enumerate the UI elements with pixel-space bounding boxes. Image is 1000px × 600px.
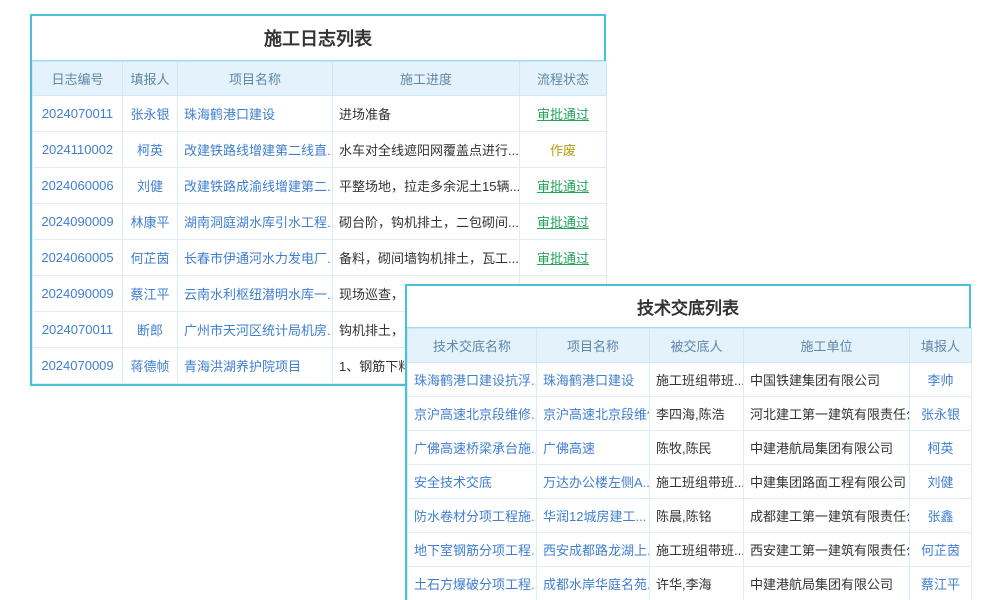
reporter-link[interactable]: 李帅 <box>910 363 972 397</box>
reporter-link[interactable]: 柯英 <box>123 132 178 168</box>
reporter-link[interactable]: 断郎 <box>123 312 178 348</box>
column-header: 项目名称 <box>178 62 333 96</box>
disclosure-name-link[interactable]: 安全技术交底 <box>408 465 537 499</box>
column-header: 项目名称 <box>537 329 650 363</box>
project-link[interactable]: 改建铁路线增建第二线直... <box>178 132 333 168</box>
project-link[interactable]: 改建铁路成渝线增建第二... <box>178 168 333 204</box>
tech-disclosure-title: 技术交底列表 <box>407 286 969 328</box>
progress-text: 水车对全线遮阳网覆盖点进行... <box>333 132 520 168</box>
tech-disclosure-table: 技术交底名称项目名称被交底人施工单位填报人 珠海鹤港口建设抗浮...珠海鹤港口建… <box>407 328 972 600</box>
log-number-link[interactable]: 2024070009 <box>33 348 123 384</box>
project-link[interactable]: 广州市天河区统计局机房... <box>178 312 333 348</box>
construction-unit-text: 西安建工第一建筑有限责任公司 <box>744 533 910 567</box>
reporter-link[interactable]: 张永银 <box>910 397 972 431</box>
reporter-link[interactable]: 刘健 <box>123 168 178 204</box>
column-header: 施工单位 <box>744 329 910 363</box>
project-link[interactable]: 华润12城房建工... <box>537 499 650 533</box>
reporter-link[interactable]: 张永银 <box>123 96 178 132</box>
reporter-link[interactable]: 蒋德帧 <box>123 348 178 384</box>
construction-unit-text: 中建集团路面工程有限公司 <box>744 465 910 499</box>
table-row: 2024090009林康平湖南洞庭湖水库引水工程...砌台阶，钩机排土，二包砌间… <box>33 204 607 240</box>
reporter-link[interactable]: 柯英 <box>910 431 972 465</box>
table-row: 2024060005何芷茵长春市伊通河水力发电厂...备料，砌间墙钩机排土，瓦工… <box>33 240 607 276</box>
column-header: 被交底人 <box>650 329 744 363</box>
project-link[interactable]: 京沪高速北京段维修 <box>537 397 650 431</box>
table-row: 防水卷材分项工程施...华润12城房建工...陈晨,陈铭成都建工第一建筑有限责任… <box>408 499 972 533</box>
table-row: 广佛高速桥梁承台施...广佛高速陈牧,陈民中建港航局集团有限公司柯英 <box>408 431 972 465</box>
recipient-text: 李四海,陈浩 <box>650 397 744 431</box>
recipient-text: 施工班组带班... <box>650 533 744 567</box>
log-number-link[interactable]: 2024060006 <box>33 168 123 204</box>
disclosure-name-link[interactable]: 京沪高速北京段维修... <box>408 397 537 431</box>
column-header: 填报人 <box>123 62 178 96</box>
construction-unit-text: 成都建工第一建筑有限责任公司 <box>744 499 910 533</box>
column-header: 施工进度 <box>333 62 520 96</box>
log-number-link[interactable]: 2024090009 <box>33 204 123 240</box>
log-number-link[interactable]: 2024060005 <box>33 240 123 276</box>
tech-header-row: 技术交底名称项目名称被交底人施工单位填报人 <box>408 329 972 363</box>
recipient-text: 陈晨,陈铭 <box>650 499 744 533</box>
reporter-link[interactable]: 何芷茵 <box>910 533 972 567</box>
construction-log-title: 施工日志列表 <box>32 16 604 61</box>
tech-disclosure-panel: 技术交底列表 技术交底名称项目名称被交底人施工单位填报人 珠海鹤港口建设抗浮..… <box>405 284 971 600</box>
status-badge[interactable]: 审批通过 <box>520 240 607 276</box>
recipient-text: 许华,李海 <box>650 567 744 600</box>
disclosure-name-link[interactable]: 广佛高速桥梁承台施... <box>408 431 537 465</box>
status-badge[interactable]: 审批通过 <box>520 204 607 240</box>
workspace: 施工日志列表 日志编号填报人项目名称施工进度流程状态 2024070011张永银… <box>0 0 1000 600</box>
recipient-text: 施工班组带班... <box>650 465 744 499</box>
table-row: 京沪高速北京段维修...京沪高速北京段维修李四海,陈浩河北建工第一建筑有限责任公… <box>408 397 972 431</box>
progress-text: 砌台阶，钩机排土，二包砌间... <box>333 204 520 240</box>
table-row: 土石方爆破分项工程...成都水岸华庭名苑...许华,李海中建港航局集团有限公司蔡… <box>408 567 972 600</box>
status-badge[interactable]: 审批通过 <box>520 96 607 132</box>
log-number-link[interactable]: 2024070011 <box>33 96 123 132</box>
table-row: 地下室钢筋分项工程...西安成都路龙湖上...施工班组带班...西安建工第一建筑… <box>408 533 972 567</box>
reporter-link[interactable]: 何芷茵 <box>123 240 178 276</box>
construction-unit-text: 中建港航局集团有限公司 <box>744 567 910 600</box>
project-link[interactable]: 青海洪湖养护院项目 <box>178 348 333 384</box>
log-number-link[interactable]: 2024090009 <box>33 276 123 312</box>
status-badge[interactable]: 审批通过 <box>520 168 607 204</box>
project-link[interactable]: 万达办公楼左侧A... <box>537 465 650 499</box>
table-row: 珠海鹤港口建设抗浮...珠海鹤港口建设施工班组带班...中国铁建集团有限公司李帅 <box>408 363 972 397</box>
recipient-text: 陈牧,陈民 <box>650 431 744 465</box>
table-row: 2024070011张永银珠海鹤港口建设进场准备审批通过 <box>33 96 607 132</box>
table-row: 2024060006刘健改建铁路成渝线增建第二...平整场地，拉走多余泥土15辆… <box>33 168 607 204</box>
reporter-link[interactable]: 蔡江平 <box>123 276 178 312</box>
project-link[interactable]: 湖南洞庭湖水库引水工程... <box>178 204 333 240</box>
recipient-text: 施工班组带班... <box>650 363 744 397</box>
project-link[interactable]: 云南水利枢纽潜明水库一... <box>178 276 333 312</box>
construction-unit-text: 中国铁建集团有限公司 <box>744 363 910 397</box>
project-link[interactable]: 成都水岸华庭名苑... <box>537 567 650 600</box>
column-header: 日志编号 <box>33 62 123 96</box>
progress-text: 平整场地，拉走多余泥土15辆... <box>333 168 520 204</box>
project-link[interactable]: 长春市伊通河水力发电厂... <box>178 240 333 276</box>
tech-table-body: 珠海鹤港口建设抗浮...珠海鹤港口建设施工班组带班...中国铁建集团有限公司李帅… <box>408 363 972 600</box>
construction-unit-text: 中建港航局集团有限公司 <box>744 431 910 465</box>
project-link[interactable]: 珠海鹤港口建设 <box>178 96 333 132</box>
log-number-link[interactable]: 2024110002 <box>33 132 123 168</box>
project-link[interactable]: 广佛高速 <box>537 431 650 465</box>
progress-text: 备料，砌间墙钩机排土，瓦工... <box>333 240 520 276</box>
log-header-row: 日志编号填报人项目名称施工进度流程状态 <box>33 62 607 96</box>
disclosure-name-link[interactable]: 防水卷材分项工程施... <box>408 499 537 533</box>
column-header: 填报人 <box>910 329 972 363</box>
project-link[interactable]: 珠海鹤港口建设 <box>537 363 650 397</box>
disclosure-name-link[interactable]: 土石方爆破分项工程... <box>408 567 537 600</box>
table-row: 安全技术交底万达办公楼左侧A...施工班组带班...中建集团路面工程有限公司刘健 <box>408 465 972 499</box>
column-header: 技术交底名称 <box>408 329 537 363</box>
project-link[interactable]: 西安成都路龙湖上... <box>537 533 650 567</box>
status-badge[interactable]: 作废 <box>520 132 607 168</box>
reporter-link[interactable]: 张鑫 <box>910 499 972 533</box>
log-number-link[interactable]: 2024070011 <box>33 312 123 348</box>
reporter-link[interactable]: 刘健 <box>910 465 972 499</box>
progress-text: 进场准备 <box>333 96 520 132</box>
reporter-link[interactable]: 林康平 <box>123 204 178 240</box>
column-header: 流程状态 <box>520 62 607 96</box>
disclosure-name-link[interactable]: 地下室钢筋分项工程... <box>408 533 537 567</box>
disclosure-name-link[interactable]: 珠海鹤港口建设抗浮... <box>408 363 537 397</box>
reporter-link[interactable]: 蔡江平 <box>910 567 972 600</box>
construction-unit-text: 河北建工第一建筑有限责任公司 <box>744 397 910 431</box>
table-row: 2024110002柯英改建铁路线增建第二线直...水车对全线遮阳网覆盖点进行.… <box>33 132 607 168</box>
